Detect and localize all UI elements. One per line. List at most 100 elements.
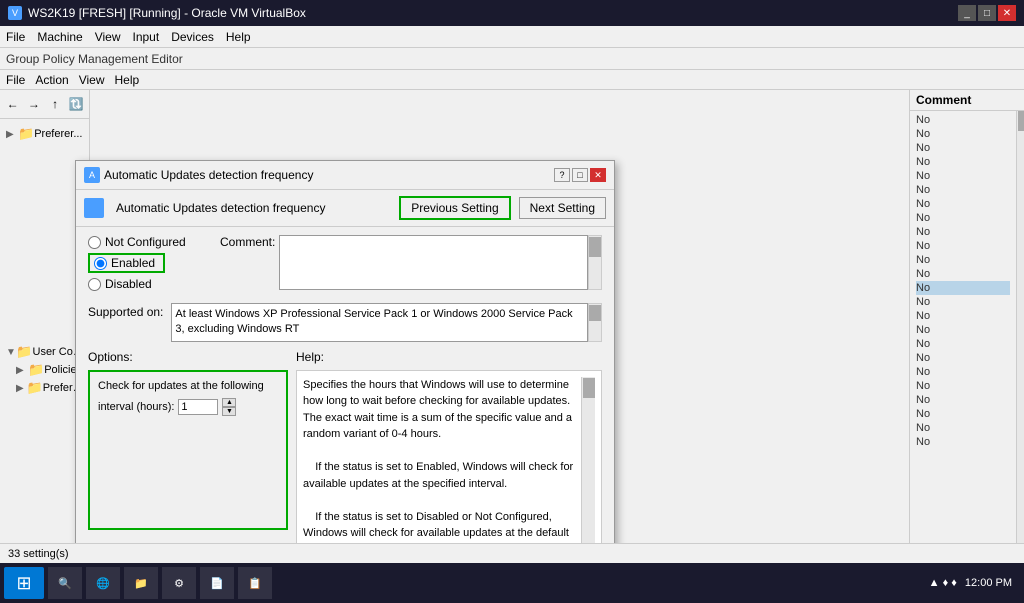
main-content: ← → ↑ 🔃 ▶ 📁 Preferer... ▼ 📁 User Con bbox=[0, 90, 1024, 603]
app-menu-view[interactable]: View bbox=[79, 73, 105, 87]
taskbar-explorer-button[interactable]: 📁 bbox=[124, 567, 158, 599]
radio-enabled-wrapper[interactable]: Enabled bbox=[88, 253, 165, 273]
radio-comment-row: Not Configured Enabled Disabled bbox=[88, 235, 602, 303]
app-window: Group Policy Management Editor File Acti… bbox=[0, 48, 1024, 603]
interval-input[interactable] bbox=[178, 399, 218, 415]
comment-row-2: No bbox=[916, 127, 1010, 141]
taskbar-browser-button[interactable]: 🌐 bbox=[86, 567, 120, 599]
dialog-control-buttons: ? □ ✕ bbox=[554, 168, 606, 182]
next-setting-button[interactable]: Next Setting bbox=[519, 197, 606, 219]
vm-menu-input[interactable]: Input bbox=[133, 30, 160, 44]
taskbar-settings-button[interactable]: ⚙ bbox=[162, 567, 196, 599]
vm-menu-view[interactable]: View bbox=[95, 30, 121, 44]
sidebar-back-button[interactable]: ← bbox=[3, 93, 22, 115]
taskbar-systray: ▲ ♦ ♦ bbox=[929, 577, 957, 589]
taskbar-search-button[interactable]: 🔍 bbox=[48, 567, 82, 599]
sidebar-forward-button[interactable]: → bbox=[24, 93, 43, 115]
right-panel-scrollbar[interactable] bbox=[1016, 111, 1024, 599]
vm-menu-help[interactable]: Help bbox=[226, 30, 251, 44]
comment-row-23: No bbox=[916, 421, 1010, 435]
dialog-header: Automatic Updates detection frequency Pr… bbox=[76, 190, 614, 227]
app-menu-help[interactable]: Help bbox=[115, 73, 140, 87]
taskbar-document-button[interactable]: 📄 bbox=[200, 567, 234, 599]
comment-row-11: No bbox=[916, 253, 1010, 267]
setting-icon bbox=[84, 198, 104, 218]
dialog-help-button[interactable]: ? bbox=[554, 168, 570, 182]
dialog-titlebar: A Automatic Updates detection frequency … bbox=[76, 161, 614, 190]
comment-row-6: No bbox=[916, 183, 1010, 197]
comment-textarea[interactable] bbox=[279, 235, 588, 290]
interval-label: interval (hours): bbox=[98, 401, 174, 413]
supported-text: At least Windows XP Professional Service… bbox=[175, 308, 572, 335]
help-text: Specifies the hours that Windows will us… bbox=[303, 377, 581, 443]
vm-maximize-button[interactable]: □ bbox=[978, 5, 996, 21]
setting-name-text: Automatic Updates detection frequency bbox=[116, 201, 391, 215]
vm-title-text: WS2K19 [FRESH] [Running] - Oracle VM Vir… bbox=[28, 6, 306, 20]
help-scrollbar-thumb bbox=[583, 378, 595, 398]
comment-row-24: No bbox=[916, 435, 1010, 449]
vm-menu-file[interactable]: File bbox=[6, 30, 25, 44]
search-icon: 🔍 bbox=[56, 574, 74, 592]
dialog-restore-button[interactable]: □ bbox=[572, 168, 588, 182]
sidebar-refresh-button[interactable]: 🔃 bbox=[67, 93, 86, 115]
app-menu-file[interactable]: File bbox=[6, 73, 25, 87]
folder-icon: 📁 bbox=[18, 126, 34, 142]
vm-menu-machine[interactable]: Machine bbox=[37, 30, 82, 44]
taskbar-start-button[interactable]: ⊞ bbox=[4, 567, 44, 599]
comment-row-22: No bbox=[916, 407, 1010, 421]
comment-row-1: No bbox=[916, 113, 1010, 127]
interval-spinner[interactable]: ▲ ▼ bbox=[222, 398, 236, 416]
vm-minimize-button[interactable]: _ bbox=[958, 5, 976, 21]
previous-setting-button[interactable]: Previous Setting bbox=[399, 196, 510, 220]
comment-section: Comment: bbox=[220, 235, 602, 303]
dialog-title-text: Automatic Updates detection frequency bbox=[104, 168, 313, 182]
browser-icon: 🌐 bbox=[94, 574, 112, 592]
interval-row: interval (hours): ▲ ▼ bbox=[98, 398, 278, 416]
supported-label: Supported on: bbox=[88, 303, 163, 319]
comment-row-10: No bbox=[916, 239, 1010, 253]
radio-not-configured-input[interactable] bbox=[88, 236, 101, 249]
comment-row-12: No bbox=[916, 267, 1010, 281]
dialog-close-button[interactable]: ✕ bbox=[590, 168, 606, 182]
spin-up-button[interactable]: ▲ bbox=[222, 398, 236, 407]
radio-disabled-input[interactable] bbox=[88, 278, 101, 291]
statusbar-text: 33 setting(s) bbox=[8, 548, 69, 560]
options-box: Check for updates at the following inter… bbox=[88, 370, 288, 530]
radio-disabled-label: Disabled bbox=[105, 277, 152, 291]
comment-scrollbar[interactable] bbox=[588, 235, 602, 290]
right-panel-header: Comment bbox=[910, 90, 1024, 111]
sidebar-item-preferer1[interactable]: ▶ 📁 Preferer... bbox=[2, 125, 87, 143]
dialog: A Automatic Updates detection frequency … bbox=[75, 160, 615, 603]
comment-label: Comment: bbox=[220, 235, 275, 249]
right-panel-content: No No No No No No No No No No No No No N… bbox=[910, 111, 1016, 574]
vm-menu-devices[interactable]: Devices bbox=[171, 30, 214, 44]
comment-row-8: No bbox=[916, 211, 1010, 225]
vm-close-button[interactable]: ✕ bbox=[998, 5, 1016, 21]
spin-down-button[interactable]: ▼ bbox=[222, 407, 236, 416]
folder-icon2: 📁 bbox=[16, 344, 32, 360]
supported-section: Supported on: At least Windows XP Profes… bbox=[88, 303, 602, 342]
radio-disabled[interactable]: Disabled bbox=[88, 277, 208, 291]
folder-icon3: 📁 bbox=[28, 362, 44, 378]
radio-not-configured[interactable]: Not Configured bbox=[88, 235, 208, 249]
folder-icon4: 📁 bbox=[27, 380, 43, 396]
comment-row-17: No bbox=[916, 337, 1010, 351]
comment-row-4: No bbox=[916, 155, 1010, 169]
app-menu-action[interactable]: Action bbox=[35, 73, 68, 87]
vm-window-controls[interactable]: _ □ ✕ bbox=[958, 5, 1016, 21]
comment-row-15: No bbox=[916, 309, 1010, 323]
radio-enabled-input[interactable] bbox=[94, 257, 107, 270]
vm-title-left: V WS2K19 [FRESH] [Running] - Oracle VM V… bbox=[8, 6, 306, 20]
comment-row-19: No bbox=[916, 365, 1010, 379]
document-icon: 📄 bbox=[208, 574, 226, 592]
taskbar-clipboard-button[interactable]: 📋 bbox=[238, 567, 272, 599]
taskbar: ⊞ 🔍 🌐 📁 ⚙ 📄 📋 ▲ ♦ ♦ 12:00 PM bbox=[0, 563, 1024, 603]
tree-expand-icon3: ▶ bbox=[16, 365, 28, 376]
sidebar-up-button[interactable]: ↑ bbox=[46, 93, 65, 115]
radio-enabled-label: Enabled bbox=[111, 256, 155, 270]
scrollbar-thumb[interactable] bbox=[1018, 111, 1024, 131]
supported-scrollbar[interactable] bbox=[588, 303, 602, 342]
supported-box: At least Windows XP Professional Service… bbox=[171, 303, 588, 342]
supported-scrollbar-thumb bbox=[589, 305, 601, 321]
help-label: Help: bbox=[296, 350, 602, 364]
